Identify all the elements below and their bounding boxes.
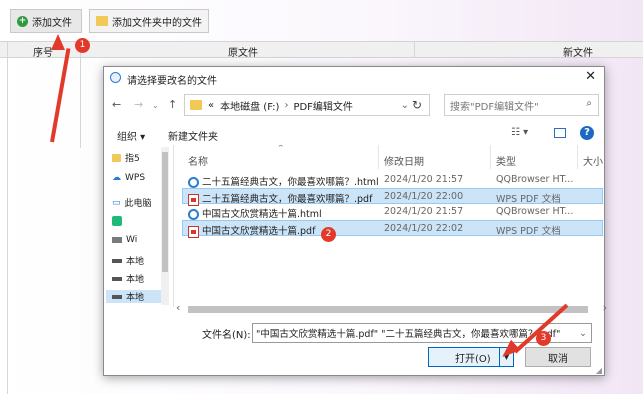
nav-item-this-pc[interactable]: ▭ 此电脑 [112,196,152,210]
nav-scrollbar[interactable] [161,147,169,305]
column-divider [414,41,415,58]
horizontal-scrollbar[interactable]: ‹ › [176,301,607,315]
breadcrumb-drive[interactable]: 本地磁盘 (F:) [220,98,279,113]
col-type[interactable]: 类型 [496,153,516,168]
add-icon: + [17,15,28,27]
col-original: 原文件 [228,48,258,59]
step-badge: 2 [321,227,336,242]
left-border [7,41,8,394]
chevron-down-icon[interactable]: ⌄ [152,101,159,110]
search-input[interactable]: 搜索"PDF编辑文件" ⌕ [444,94,599,116]
drive-icon [112,237,122,243]
up-icon[interactable]: ↑ [168,98,177,111]
address-bar[interactable]: « 本地磁盘 (F:) › PDF编辑文件 ⌄ [184,94,430,116]
nav-item-local-disk[interactable]: 本地 [106,290,166,303]
chevron-right-icon: › [284,99,289,111]
file-row[interactable]: 中国古文欣赏精选十篇.pdf 2024/1/20 22:02 WPS PDF 文… [182,220,603,238]
cloud-icon: ☁ [112,173,121,183]
dialog-title-bar: 请选择要改名的文件 ✕ [104,67,604,89]
folder-icon [112,153,121,162]
drive-icon [112,258,122,263]
view-options-icon[interactable]: ☷ ▾ [511,127,528,138]
cancel-button[interactable]: 取消 [525,347,591,367]
chevron-down-icon[interactable]: ⌄ [401,100,409,111]
col-index: 序号 [33,48,53,59]
file-row[interactable]: 二十五篇经典古文，你最喜欢哪篇？.html 2024/1/20 21:57 QQ… [182,172,603,188]
search-icon: ⌕ [586,98,592,109]
add-folder-files-button[interactable]: 添加文件夹中的文件 [89,9,209,33]
column-divider [577,145,578,169]
close-icon[interactable]: ✕ [585,69,596,84]
add-file-label: 添加文件 [32,17,72,29]
sort-chevron-icon: ⌃ [277,145,285,154]
html-icon [188,177,199,188]
add-folder-files-label: 添加文件夹中的文件 [112,17,202,29]
pointer-arrow [51,34,65,50]
dialog-title: 请选择要改名的文件 [127,76,217,87]
new-folder-button[interactable]: 新建文件夹 [168,128,218,143]
pdf-icon [188,225,199,238]
step-badge: 1 [75,38,90,53]
refresh-icon[interactable]: ↻ [412,98,422,112]
nav-item-quick[interactable]: 指5 [112,151,140,164]
add-file-button[interactable]: + 添加文件 [10,9,82,33]
drive-icon [112,294,122,299]
col-name[interactable]: 名称 [188,153,208,168]
file-row[interactable]: 中国古文欣赏精选十篇.html 2024/1/20 21:57 QQBrowse… [182,204,603,220]
nav-item-local-disk[interactable]: 本地 [112,272,144,285]
chevron-down-icon[interactable]: ⌄ [579,328,587,339]
nav-item-local-disk[interactable]: 本地 [112,254,144,267]
help-icon[interactable]: ? [580,126,594,140]
command-bar: 组织 ▾ 新建文件夹 ☷ ▾ ? [104,123,604,145]
breadcrumb-prefix: « [208,99,215,111]
open-file-dialog: 请选择要改名的文件 ✕ ← → ⌄ ↑ « 本地磁盘 (F:) › PDF编辑文… [103,66,607,376]
forward-icon[interactable]: → [134,98,143,111]
scroll-thumb[interactable] [162,152,168,272]
app-tile-icon [112,216,122,226]
col-date[interactable]: 修改日期 [384,153,424,168]
nav-item-wps[interactable]: ☁ WPS [112,173,145,183]
app-icon [110,72,121,83]
nav-item-app[interactable] [112,216,126,226]
file-row[interactable]: 二十五篇经典古文，你最喜欢哪篇？.pdf 2024/1/20 22:00 WPS… [182,188,603,206]
column-divider [490,145,491,169]
table-header: 序号 原文件 新文件 [0,41,643,59]
column-divider [80,41,81,148]
html-icon [188,209,199,220]
drive-icon [112,276,122,281]
file-list: ⌃ 名称 修改日期 类型 大小 二十五篇经典古文，你最喜欢哪篇？.html 20… [182,145,605,307]
scroll-right-icon[interactable]: › [603,301,607,314]
col-new: 新文件 [563,48,593,59]
scroll-thumb[interactable] [188,306,588,313]
folder-icon [96,16,108,26]
nav-item-windows[interactable]: Wi [112,235,137,245]
resize-grip-icon[interactable]: ◢ [596,366,602,375]
back-icon[interactable]: ← [112,98,121,111]
column-divider [378,145,379,169]
col-size[interactable]: 大小 [583,153,603,168]
pointer-arrow [50,48,71,143]
organize-menu[interactable]: 组织 ▾ [117,128,145,143]
search-placeholder: 搜索"PDF编辑文件" [450,101,539,113]
folder-icon [190,100,202,110]
breadcrumb-folder[interactable]: PDF编辑文件 [293,98,352,113]
computer-icon: ▭ [112,197,121,208]
scroll-left-icon[interactable]: ‹ [176,301,180,314]
preview-pane-icon[interactable] [554,128,566,138]
